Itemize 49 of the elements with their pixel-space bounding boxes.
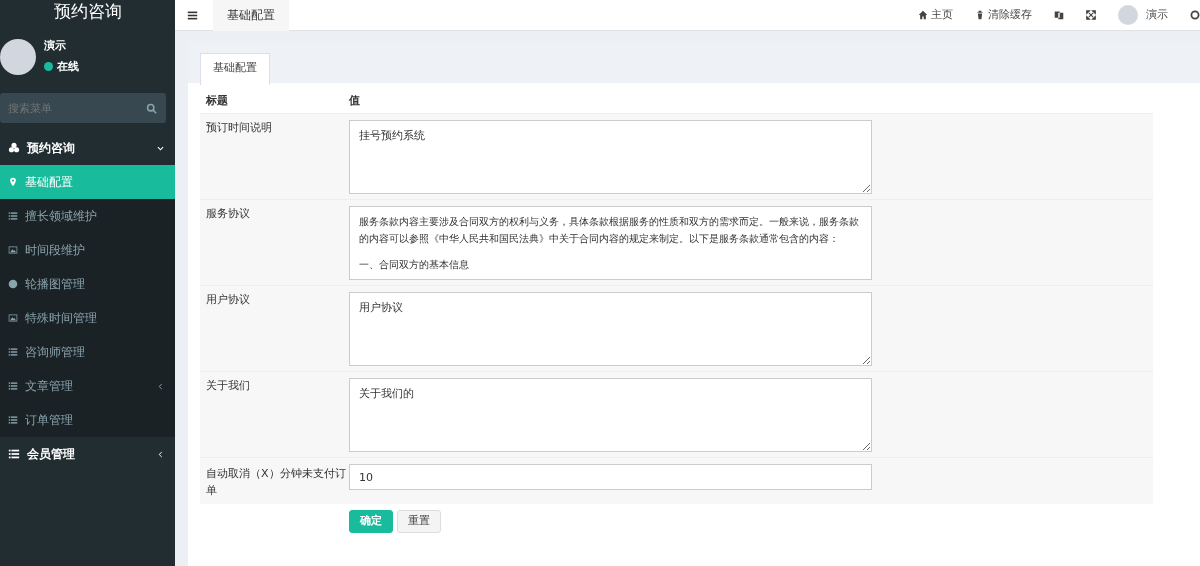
- input-field[interactable]: 10: [349, 464, 872, 490]
- field-label: 预订时间说明: [205, 120, 273, 136]
- user-name: 演示: [44, 38, 67, 54]
- field-label: 用户协议: [205, 292, 251, 308]
- paragraph: 一、合同双方的基本信息: [359, 257, 470, 273]
- translate-icon[interactable]: [1054, 10, 1064, 20]
- user-status: 在线: [57, 58, 79, 75]
- menu-item[interactable]: 轮播图管理: [0, 267, 175, 301]
- text-area-field[interactable]: 用户协议: [349, 292, 872, 366]
- field-label: 自动取消（X）分钟未支付订单: [205, 466, 347, 499]
- image-icon: [8, 313, 18, 323]
- status-dot: [44, 62, 53, 72]
- map-pin-icon: [8, 177, 18, 187]
- menu-item[interactable]: 时间段维护: [0, 233, 175, 267]
- paragraph: 服务条款内容主要涉及合同双方的权利与义务，具体条款根据服务的性质和双方的需求而定。一般来说，服务条款的内容可以参照《中华人民共和国民法典》中关于合同内容的规定来制定。以下是服务条款通常包含的内容：: [359, 214, 860, 246]
- menu-item[interactable]: 文章管理: [0, 369, 175, 403]
- list-icon: [8, 415, 18, 425]
- nav-link[interactable]: 主页: [918, 6, 953, 24]
- user-name[interactable]: 演示: [1146, 6, 1168, 24]
- menu-icon[interactable]: [187, 9, 198, 21]
- avatar: [0, 38, 36, 75]
- field-label: 服务协议: [205, 206, 251, 222]
- menu-item[interactable]: 特殊时间管理: [0, 301, 175, 335]
- image-icon: [8, 245, 18, 255]
- column-header: 值: [349, 92, 360, 109]
- home-icon: [918, 10, 928, 20]
- search-icon: [146, 103, 157, 114]
- list-icon: [8, 347, 18, 357]
- text-area-field[interactable]: 关于我们的: [349, 378, 872, 452]
- trash-icon: [975, 10, 985, 20]
- list-icon: [8, 211, 18, 221]
- text-area-field[interactable]: 挂号预约系统: [349, 120, 872, 194]
- text-area-field[interactable]: 服务条款内容主要涉及合同双方的权利与义务，具体条款根据服务的性质和双方的需求而定。一般来说，服务条款的内容可以参照《中华人民共和国民法典》中关于合同内容的规定来制定。以下是服务条款通常包含的内容： 一、合同双方的基本信息: [349, 206, 872, 280]
- list-icon: [8, 381, 18, 391]
- list-icon: [8, 448, 20, 460]
- menu-item[interactable]: 订单管理: [0, 403, 175, 437]
- app-logo: 预约咨询: [52, 0, 123, 23]
- nav-link[interactable]: 清除缓存: [975, 6, 1032, 24]
- disc-icon: [8, 279, 18, 289]
- fullscreen-icon[interactable]: [1086, 10, 1096, 20]
- tab[interactable]: 基础配置: [213, 0, 289, 31]
- reset-button[interactable]: 重置: [397, 510, 441, 533]
- menu-item[interactable]: 咨询师管理: [0, 335, 175, 369]
- column-header: 标题: [205, 92, 229, 109]
- field-label: 关于我们: [205, 378, 251, 394]
- menu-item[interactable]: 擅长领域维护: [0, 199, 175, 233]
- tab[interactable]: 基础配置: [200, 53, 270, 85]
- cubes-icon: [8, 142, 20, 154]
- avatar: [1118, 5, 1138, 25]
